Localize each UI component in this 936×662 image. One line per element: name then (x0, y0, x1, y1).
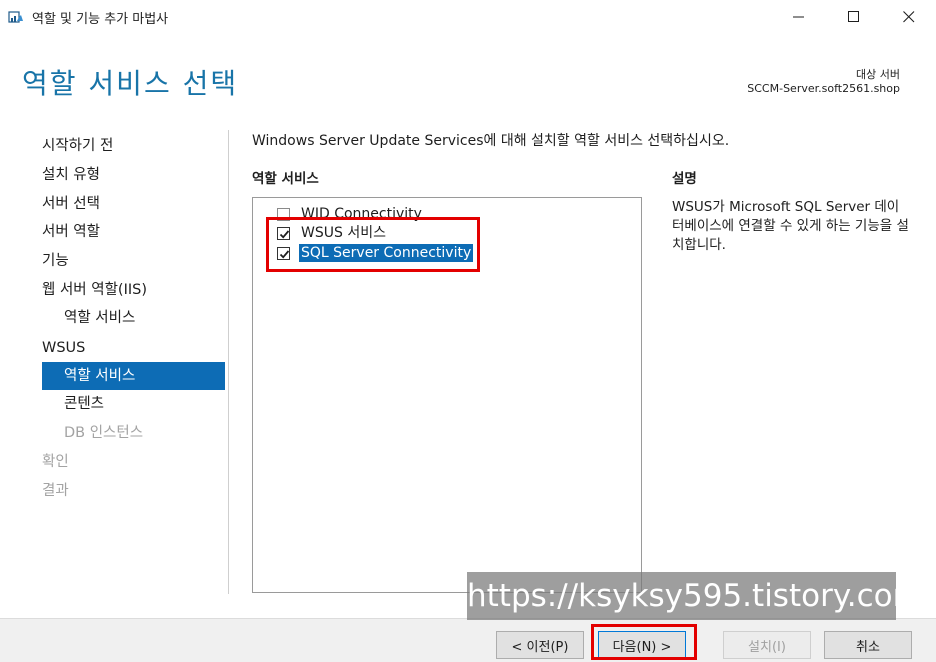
description-text: WSUS가 Microsoft SQL Server 데이터베이스에 연결할 수… (672, 199, 909, 253)
nav-item-content[interactable]: 콘텐츠 (64, 390, 104, 418)
checkbox-sql-server-connectivity[interactable] (277, 246, 290, 260)
nav-item-confirmation: 확인 (42, 454, 69, 470)
nav-item-results: 결과 (42, 483, 69, 499)
target-server-label: 대상 서버 (856, 68, 900, 81)
close-icon (903, 11, 915, 23)
nav-item-wsus[interactable]: WSUS (42, 334, 85, 362)
list-item-wsus-service[interactable]: WSUS 서비스 (277, 223, 386, 243)
checkmark-icon (279, 249, 290, 259)
checkmark-icon (279, 229, 290, 239)
wizard-header: 역할 서비스 선택 대상 서버 SCCM-Server.soft2561.sho… (0, 34, 936, 120)
instruction-text: Windows Server Update Services에 대해 설치할 역… (252, 133, 730, 149)
nav-item-wsus-role-services[interactable]: 역할 서비스 (42, 362, 225, 390)
nav-item-db-instance: DB 인스턴스 (64, 425, 144, 441)
list-item-label: SQL Server Connectivity (297, 243, 475, 263)
role-services-header: 역할 서비스 (252, 171, 319, 187)
previous-button[interactable]: < 이전(P) (496, 631, 584, 659)
watermark-text: https://ksyksy595.tistory.com (467, 572, 923, 620)
server-manager-icon (8, 9, 24, 25)
page-title: 역할 서비스 선택 (22, 67, 239, 100)
nav-item-features[interactable]: 기능 (42, 247, 69, 275)
target-server-name: SCCM-Server.soft2561.shop (747, 82, 900, 95)
next-button[interactable]: 다음(N) > (598, 631, 686, 659)
nav-item-server-selection[interactable]: 서버 선택 (42, 190, 100, 218)
nav-item-installation-type[interactable]: 설치 유형 (42, 161, 100, 189)
checkbox-wsus-service[interactable] (277, 226, 290, 240)
checkbox-wid-connectivity[interactable] (277, 207, 290, 221)
role-services-list[interactable]: WID Connectivity WSUS 서비스 SQL Server Con… (252, 197, 642, 593)
description-header: 설명 (672, 171, 697, 187)
list-item-label: WSUS 서비스 (301, 225, 386, 241)
list-item-wid-connectivity[interactable]: WID Connectivity (277, 204, 422, 224)
nav-item-before-you-begin[interactable]: 시작하기 전 (42, 132, 113, 160)
list-item-label: WID Connectivity (301, 206, 422, 222)
maximize-icon (848, 11, 859, 22)
nav-item-iis-role-services[interactable]: 역할 서비스 (64, 304, 135, 332)
list-item-sql-server-connectivity[interactable]: SQL Server Connectivity (277, 243, 475, 263)
install-button: 설치(I) (723, 631, 811, 659)
title-bar: 역할 및 기능 추가 마법사 (0, 0, 936, 34)
wizard-footer: < 이전(P) 다음(N) > 설치(I) 취소 (0, 618, 936, 662)
window-title: 역할 및 기능 추가 마법사 (32, 12, 169, 27)
nav-item-web-server-role[interactable]: 웹 서버 역할(IIS) (42, 276, 147, 304)
nav-item-server-roles[interactable]: 서버 역할 (42, 218, 100, 246)
minimize-icon (793, 16, 804, 18)
minimize-button[interactable] (776, 0, 822, 34)
close-button[interactable] (886, 0, 932, 34)
cancel-button[interactable]: 취소 (824, 631, 912, 659)
nav-divider (228, 130, 229, 594)
maximize-button[interactable] (831, 0, 877, 34)
